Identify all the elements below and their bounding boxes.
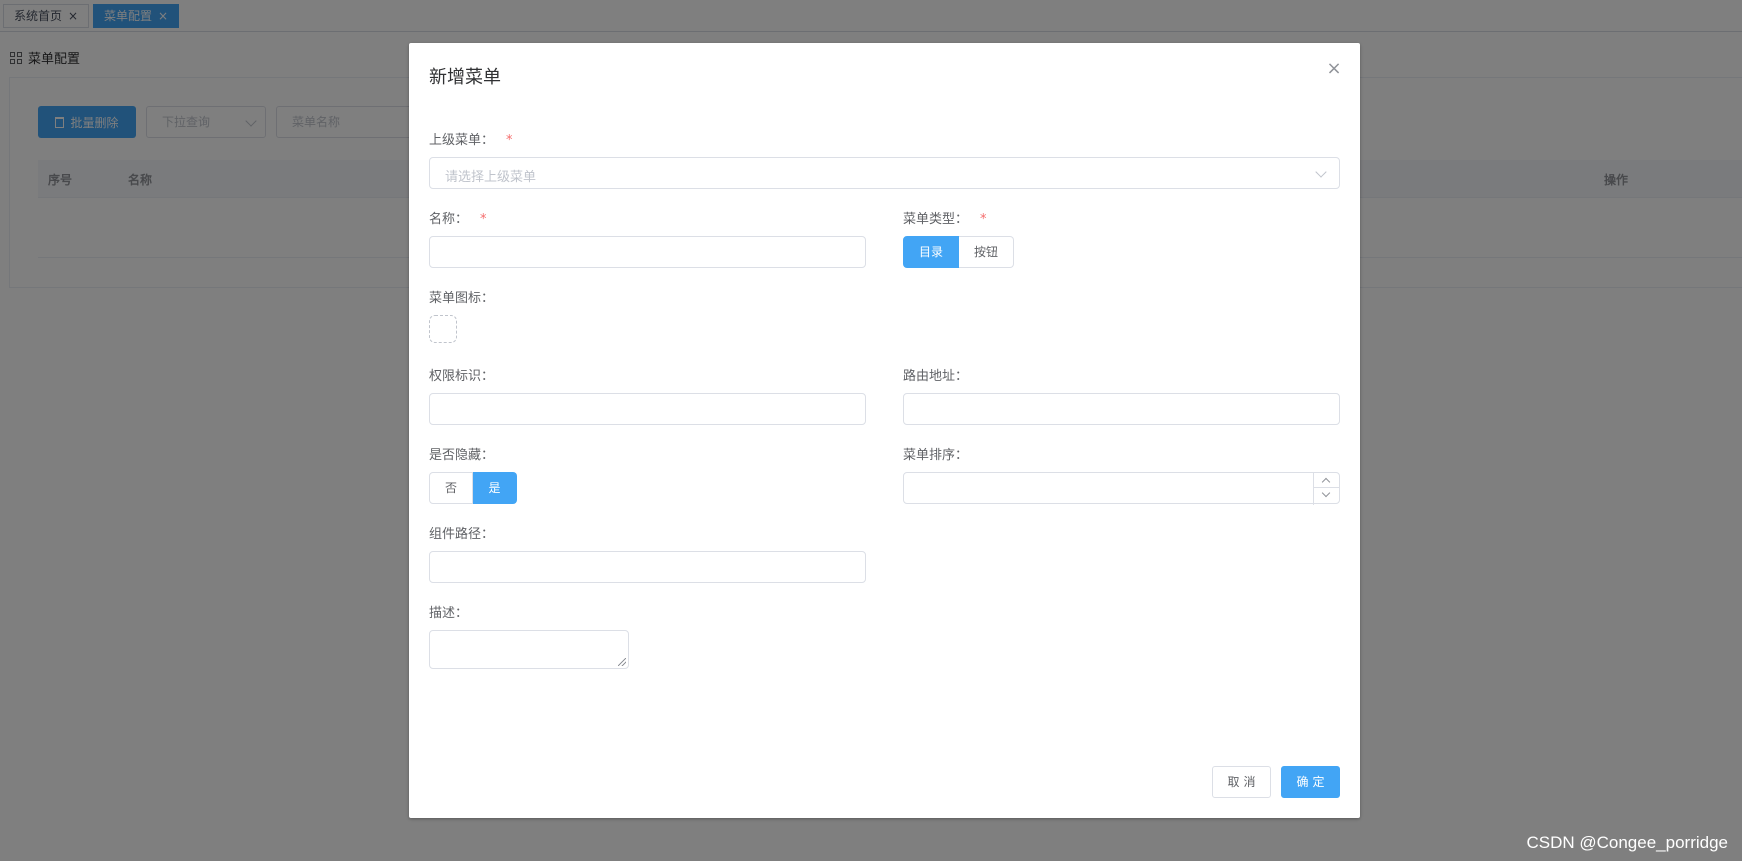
decrement-button[interactable] xyxy=(1314,488,1339,503)
confirm-button[interactable]: 确定 xyxy=(1281,766,1340,798)
component-path-label: 组件路径： xyxy=(429,527,495,542)
component-path-input[interactable] xyxy=(429,551,866,583)
menu-type-option-directory[interactable]: 目录 xyxy=(903,236,959,268)
app-page: 系统首页× 菜单配置× 菜单配置 批量删除 下拉查询 菜单名称 序号 名称 操作… xyxy=(0,0,1742,861)
chevron-up-icon xyxy=(1321,477,1331,487)
parent-menu-label-text: 上级菜单： xyxy=(429,133,495,148)
dialog-title: 新增菜单 xyxy=(429,67,501,88)
parent-menu-select[interactable]: 请选择上级菜单 xyxy=(429,157,1340,189)
description-textarea[interactable] xyxy=(429,630,629,669)
close-icon[interactable]: × xyxy=(1326,60,1342,78)
description-label: 描述： xyxy=(429,606,469,621)
add-menu-dialog: 新增菜单 × 上级菜单： * 请选择上级菜单 名称： * 菜单类型： * 目录 按钮 … xyxy=(409,43,1360,818)
permission-label: 权限标识： xyxy=(429,369,495,384)
sort-label: 菜单排序： xyxy=(903,448,969,463)
watermark: CSDN @Congee_porridge xyxy=(1526,833,1728,852)
resize-handle-icon[interactable] xyxy=(618,658,626,666)
cancel-button[interactable]: 取消 xyxy=(1212,766,1271,798)
sort-input[interactable] xyxy=(903,472,1340,505)
permission-input[interactable] xyxy=(429,393,866,425)
menu-type-radio-group: 目录 按钮 xyxy=(903,236,1014,268)
menu-type-option-button[interactable]: 按钮 xyxy=(959,236,1014,268)
hidden-radio-group: 否 是 xyxy=(429,472,517,504)
required-mark: * xyxy=(980,212,987,227)
menu-icon-label: 菜单图标： xyxy=(429,291,495,306)
menu-icon-picker[interactable] xyxy=(429,315,457,343)
menu-type-label-text: 菜单类型： xyxy=(903,212,969,227)
sort-stepper xyxy=(1313,473,1339,505)
hidden-option-yes[interactable]: 是 xyxy=(473,472,517,504)
required-mark: * xyxy=(506,133,513,148)
hidden-label: 是否隐藏： xyxy=(429,448,495,463)
chevron-down-icon xyxy=(1321,488,1331,498)
parent-menu-placeholder: 请选择上级菜单 xyxy=(445,170,537,185)
chevron-down-icon xyxy=(1315,166,1327,178)
required-mark: * xyxy=(480,212,487,227)
name-label: 名称： * xyxy=(429,208,487,227)
route-label: 路由地址： xyxy=(903,369,969,384)
menu-type-label: 菜单类型： * xyxy=(903,208,987,227)
name-label-text: 名称： xyxy=(429,212,469,227)
increment-button[interactable] xyxy=(1314,473,1339,488)
parent-menu-label: 上级菜单： * xyxy=(429,129,513,148)
route-input[interactable] xyxy=(903,393,1340,425)
name-input[interactable] xyxy=(429,236,866,268)
hidden-option-no[interactable]: 否 xyxy=(429,472,473,504)
